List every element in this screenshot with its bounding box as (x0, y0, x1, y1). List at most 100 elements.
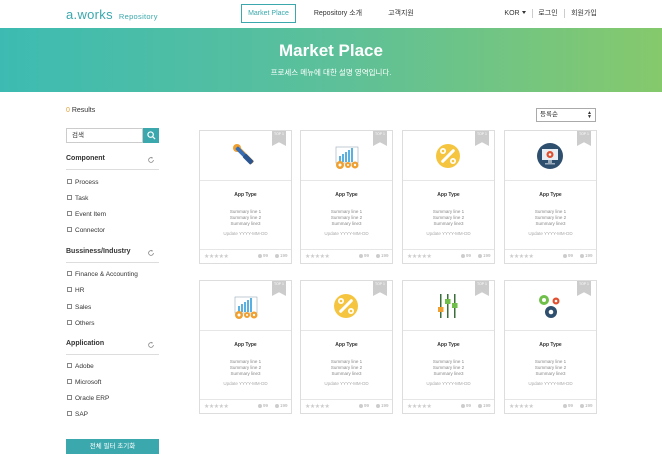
caret-down-icon (521, 11, 526, 14)
checkbox[interactable] (67, 287, 72, 292)
card-summary-line: Summary line3 (331, 221, 362, 226)
app-card[interactable]: TOP 1 App Type Summary line 1 Summary line … (300, 280, 393, 414)
filter-checkbox[interactable]: Process (67, 178, 98, 187)
eye-icon (461, 403, 465, 408)
filter-checkbox[interactable]: Sales (67, 303, 91, 312)
tools-icon (233, 144, 254, 165)
eye-icon (563, 253, 567, 258)
filter-checkbox[interactable]: Connector (67, 226, 105, 235)
app-card[interactable]: TOP 1 App Type Summary line 1 Summary line … (402, 130, 495, 264)
search-button[interactable] (143, 128, 159, 143)
filter-checkbox[interactable]: Adobe (67, 362, 94, 371)
rating-stars: ★★★★★ (204, 254, 229, 260)
checkbox[interactable] (67, 227, 72, 232)
app-card[interactable]: TOP 1 App Type Summary line 1 Summary line … (199, 280, 292, 414)
language-select[interactable]: KOR (503, 4, 527, 23)
rating-stars: ★★★★★ (509, 404, 534, 410)
app-card[interactable]: TOP 1 App Type Summary line 1 Summary line … (402, 280, 495, 414)
search-input[interactable]: 검색 (66, 128, 143, 143)
card-footer: ★★★★★ 99 199 (505, 249, 596, 263)
divider (66, 262, 159, 263)
checkbox-label: Others (75, 320, 95, 327)
download-count-value: 199 (381, 253, 389, 258)
checkbox[interactable] (67, 363, 72, 368)
checkbox-label: Event Item (75, 211, 107, 218)
eye-icon (359, 403, 363, 408)
checkbox-label: Task (75, 195, 89, 202)
checkbox-label: Microsoft (75, 379, 102, 386)
card-app-type: App Type (539, 192, 562, 198)
download-count: 199 (275, 253, 288, 259)
app-card[interactable]: TOP 1 App Type Summary line 1 Summary line … (199, 130, 292, 264)
filter-checkbox[interactable]: Oracle ERP (67, 394, 109, 403)
card-app-type: App Type (335, 342, 358, 348)
refresh-icon[interactable] (147, 249, 155, 257)
card-footer: ★★★★★ 99 199 (200, 399, 291, 413)
download-count: 199 (376, 253, 389, 259)
card-summary-line: Summary line 2 (229, 365, 262, 370)
card-update-date: Update YYYY-MM-DD (324, 231, 369, 236)
page-title: Market Place (279, 41, 383, 60)
filter-checkbox[interactable]: Others (67, 319, 95, 328)
nav-marketplace[interactable]: Market Place (241, 4, 296, 23)
view-count: 99 (258, 253, 268, 259)
checkbox[interactable] (67, 271, 72, 276)
download-icon (376, 403, 380, 408)
download-icon (275, 253, 279, 258)
app-card[interactable]: TOP 1 App Type Summary line 1 Summary line … (504, 130, 597, 264)
card-footer: ★★★★★ 99 199 (301, 399, 392, 413)
card-summary-line: Summary line 2 (432, 365, 465, 370)
checkbox[interactable] (67, 179, 72, 184)
checkbox[interactable] (67, 379, 72, 384)
divider (66, 354, 159, 355)
reset-filters-button[interactable]: 전체 필터 초기화 (66, 439, 159, 454)
filter-checkbox[interactable]: Task (67, 194, 88, 203)
download-count: 199 (478, 403, 491, 409)
download-count: 199 (275, 403, 288, 409)
checkbox[interactable] (67, 395, 72, 400)
filter-checkbox[interactable]: Event Item (67, 210, 106, 219)
checkbox[interactable] (67, 411, 72, 416)
filter-group-title: Component (66, 155, 105, 162)
download-count-value: 199 (280, 253, 288, 258)
filter-checkbox[interactable]: HR (67, 286, 84, 295)
chart-gears-icon (234, 296, 258, 319)
filter-checkbox[interactable]: SAP (67, 410, 88, 419)
logo-text: a.works (66, 7, 113, 22)
search-icon (147, 131, 156, 140)
filter-checkbox[interactable]: Microsoft (67, 378, 101, 387)
signup-link[interactable]: 회원가입 (570, 4, 598, 23)
card-update-date: Update YYYY-MM-DD (324, 381, 369, 386)
view-count-value: 99 (263, 253, 269, 258)
app-card[interactable]: TOP 1 App Type Summary line 1 Summary line … (504, 280, 597, 414)
view-count-value: 99 (263, 403, 269, 408)
app-card[interactable]: TOP 1 App Type Summary line 1 Summary line … (300, 130, 393, 264)
card-summary-line: Summary line 1 (330, 209, 363, 214)
card-summary-line: Summary line3 (331, 371, 362, 376)
checkbox[interactable] (67, 320, 72, 325)
download-icon (376, 253, 380, 258)
checkbox[interactable] (67, 195, 72, 200)
nav-support[interactable]: 고객지원 (386, 4, 416, 23)
refresh-icon[interactable] (147, 341, 155, 349)
results-label: Results (69, 107, 96, 114)
download-count-value: 199 (585, 253, 593, 258)
refresh-icon[interactable] (147, 156, 155, 164)
checkbox[interactable] (67, 211, 72, 216)
card-update-date: Update YYYY-MM-DD (426, 381, 471, 386)
checkbox[interactable] (67, 304, 72, 309)
card-app-type: App Type (539, 342, 562, 348)
card-summary-line: Summary line 1 (229, 359, 262, 364)
view-count: 99 (461, 403, 471, 409)
view-count: 99 (461, 253, 471, 259)
logo[interactable]: a.works Repository (66, 7, 158, 22)
filter-checkbox[interactable]: Finance & Accounting (67, 270, 138, 279)
wrench-circle-icon (334, 294, 358, 318)
view-count-value: 99 (364, 403, 370, 408)
wrench-circle-icon (436, 144, 460, 168)
nav-repository[interactable]: Repository 소개 (312, 4, 364, 23)
sort-select[interactable]: 등록순 ▲ ▼ (536, 108, 596, 122)
card-footer: ★★★★★ 99 199 (301, 249, 392, 263)
download-icon (478, 403, 482, 408)
login-link[interactable]: 로그인 (537, 4, 559, 23)
